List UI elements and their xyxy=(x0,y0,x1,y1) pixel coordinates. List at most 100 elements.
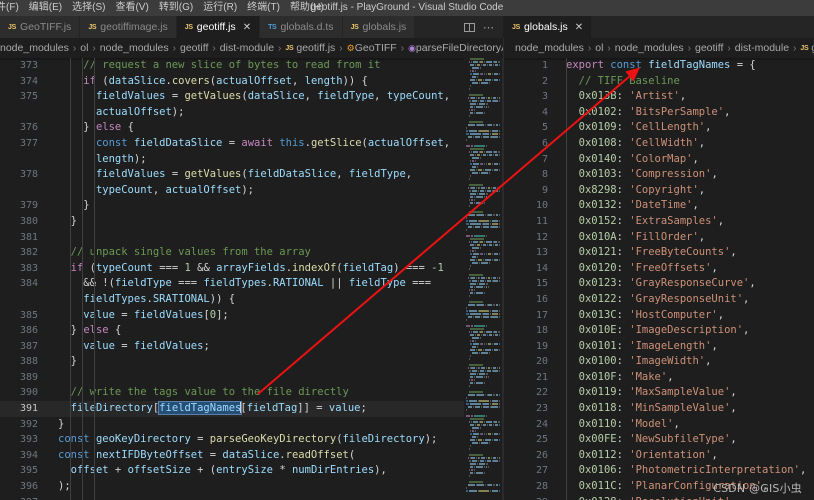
code-line[interactable]: 21 0x010F: 'Make', xyxy=(504,370,814,386)
code-line[interactable]: 12 0x010A: 'FillOrder', xyxy=(504,230,814,246)
menu-item-goto[interactable]: 转到(G) xyxy=(154,0,198,16)
code-line[interactable]: 22 0x0119: 'MaxSampleValue', xyxy=(504,385,814,401)
code-line[interactable]: 3 0x013B: 'Artist', xyxy=(504,89,814,105)
code-line[interactable]: 14 0x0120: 'FreeOffsets', xyxy=(504,261,814,277)
line-number: 378 xyxy=(19,169,38,181)
code-text: typeCount, actualOffset); xyxy=(95,183,255,196)
breadcrumb-item[interactable]: geotiff xyxy=(180,42,208,54)
code-line[interactable]: 24 0x0110: 'Model', xyxy=(504,417,814,433)
menu-item-terminal[interactable]: 终端(T) xyxy=(242,0,285,16)
breadcrumb-item[interactable]: dist-module xyxy=(220,42,274,54)
line-number: 388 xyxy=(19,356,38,368)
tab-geotiffimage[interactable]: JS geotiffimage.js xyxy=(80,16,177,38)
tab-geotiff-class[interactable]: JS GeoTIFF.js xyxy=(0,16,81,38)
code-line[interactable]: 5 0x0109: 'CellLength', xyxy=(504,120,814,136)
breadcrumb-left: node_modules › ol › node_modules › geoti… xyxy=(0,38,503,58)
minimap-line xyxy=(464,361,500,363)
line-number: 7 xyxy=(541,153,548,165)
close-icon[interactable]: ✕ xyxy=(575,22,583,33)
tab-label: GeoTIFF.js xyxy=(19,21,72,33)
line-number: 396 xyxy=(19,481,38,493)
code-line[interactable]: 11 0x0152: 'ExtraSamples', xyxy=(504,214,814,230)
split-editor-icon[interactable] xyxy=(464,22,475,32)
breadcrumb-item[interactable]: ol xyxy=(595,42,603,54)
code-line[interactable]: 20 0x0100: 'ImageWidth', xyxy=(504,354,814,370)
breadcrumb-item-class[interactable]: GeoTIFF xyxy=(355,42,397,54)
minimap-line xyxy=(464,334,500,336)
editor-pane-right[interactable]: 1 export const fieldTagNames = {2 // TIFF… xyxy=(503,58,814,500)
code-line[interactable]: 4 0x0102: 'BitsPerSample', xyxy=(504,105,814,121)
breadcrumb-item-file[interactable]: geotiff.js xyxy=(296,42,335,54)
minimap-line xyxy=(464,76,500,78)
tab-label: geotiff.js xyxy=(196,21,236,33)
minimap-line xyxy=(464,388,500,390)
minimap-line xyxy=(464,316,500,318)
breadcrumb-item[interactable]: geotiff xyxy=(695,42,723,54)
code-line[interactable]: 2 // TIFF Baseline xyxy=(504,74,814,90)
code-text: // request a new slice of bytes to read … xyxy=(83,59,381,71)
code-line[interactable]: 27 0x0106: 'PhotometricInterpretation', xyxy=(504,463,814,479)
line-number: 19 xyxy=(535,340,548,352)
code-content-right[interactable]: 1 export const fieldTagNames = {2 // TIFF… xyxy=(504,58,814,500)
code-line[interactable]: 8 0x0103: 'Compression', xyxy=(504,167,814,183)
editor-pane-left[interactable]: 373 // request a new slice of bytes to r… xyxy=(0,58,503,500)
minimap-left[interactable] xyxy=(464,58,500,500)
tab-globals-js-right[interactable]: JS globals.js ✕ xyxy=(504,16,593,38)
minimap-line xyxy=(464,160,500,162)
line-number: 2 xyxy=(541,75,548,87)
code-line[interactable]: 9 0x8298: 'Copyright', xyxy=(504,183,814,199)
minimap-line xyxy=(464,226,500,228)
breadcrumb-item[interactable]: node_modules xyxy=(100,42,169,54)
breadcrumb-item[interactable]: node_modules xyxy=(515,42,584,54)
code-text: // TIFF Baseline xyxy=(578,74,680,87)
minimap-line xyxy=(464,289,500,291)
code-line[interactable]: 17 0x013C: 'HostComputer', xyxy=(504,308,814,324)
breadcrumb-item[interactable]: ol xyxy=(80,42,88,54)
code-line[interactable]: 16 0x0122: 'GrayResponseUnit', xyxy=(504,292,814,308)
menu-item-run[interactable]: 运行(R) xyxy=(198,0,242,16)
indent-guide xyxy=(94,58,95,500)
code-line[interactable]: 1 export const fieldTagNames = { xyxy=(504,58,814,74)
close-icon[interactable]: ✕ xyxy=(243,22,251,33)
minimap-line xyxy=(464,313,500,315)
minimap-line xyxy=(464,490,500,492)
code-line[interactable]: 26 0x0112: 'Orientation', xyxy=(504,448,814,464)
menu-item-view[interactable]: 查看(V) xyxy=(110,0,153,16)
code-line[interactable]: 25 0x00FE: 'NewSubfileType', xyxy=(504,432,814,448)
minimap-line xyxy=(464,181,500,183)
code-line[interactable]: 23 0x0118: 'MinSampleValue', xyxy=(504,401,814,417)
minimap-line xyxy=(464,166,500,168)
minimap-line xyxy=(464,292,500,294)
code-line[interactable]: 18 0x010E: 'ImageDescription', xyxy=(504,323,814,339)
tab-geotiff-active[interactable]: JS geotiff.js ✕ xyxy=(176,16,261,38)
code-line[interactable]: 6 0x0108: 'CellWidth', xyxy=(504,136,814,152)
minimap-line xyxy=(464,346,500,348)
line-number: 389 xyxy=(19,371,38,383)
code-line[interactable]: 7 0x0140: 'ColorMap', xyxy=(504,152,814,168)
minimap-line xyxy=(464,379,500,381)
menu-bar[interactable]: 件(F) 编辑(E) 选择(S) 查看(V) 转到(G) 运行(R) 终端(T)… xyxy=(0,0,329,16)
menu-item-help[interactable]: 帮助(H) xyxy=(285,0,329,16)
line-number: 10 xyxy=(535,200,548,212)
minimap-line xyxy=(464,424,500,426)
breadcrumb-item-method[interactable]: parseFileDirectoryAt xyxy=(416,42,503,54)
minimap-line xyxy=(464,457,500,459)
tab-globals-js[interactable]: JS globals.js xyxy=(342,16,416,38)
breadcrumb-item[interactable]: dist-module xyxy=(735,42,789,54)
line-number: 18 xyxy=(535,325,548,337)
breadcrumb-item[interactable]: node_modules xyxy=(615,42,684,54)
code-text: fieldTypes.SRATIONAL)) { xyxy=(83,292,236,305)
tab-globals-dts[interactable]: TS globals.d.ts xyxy=(260,16,343,38)
menu-item-file[interactable]: 件(F) xyxy=(0,0,24,16)
menu-item-select[interactable]: 选择(S) xyxy=(67,0,110,16)
code-line[interactable]: 15 0x0123: 'GrayResponseCurve', xyxy=(504,276,814,292)
minimap-line xyxy=(464,79,500,81)
code-line[interactable]: 19 0x0101: 'ImageLength', xyxy=(504,339,814,355)
code-line[interactable]: 13 0x0121: 'FreeByteCounts', xyxy=(504,245,814,261)
menu-item-edit[interactable]: 编辑(E) xyxy=(24,0,67,16)
minimap-line xyxy=(464,328,500,330)
breadcrumb-item[interactable]: node_modules xyxy=(0,42,69,54)
more-actions-icon[interactable]: ⋯ xyxy=(483,21,494,34)
code-line[interactable]: 10 0x0132: 'DateTime', xyxy=(504,198,814,214)
minimap-line xyxy=(464,322,500,324)
